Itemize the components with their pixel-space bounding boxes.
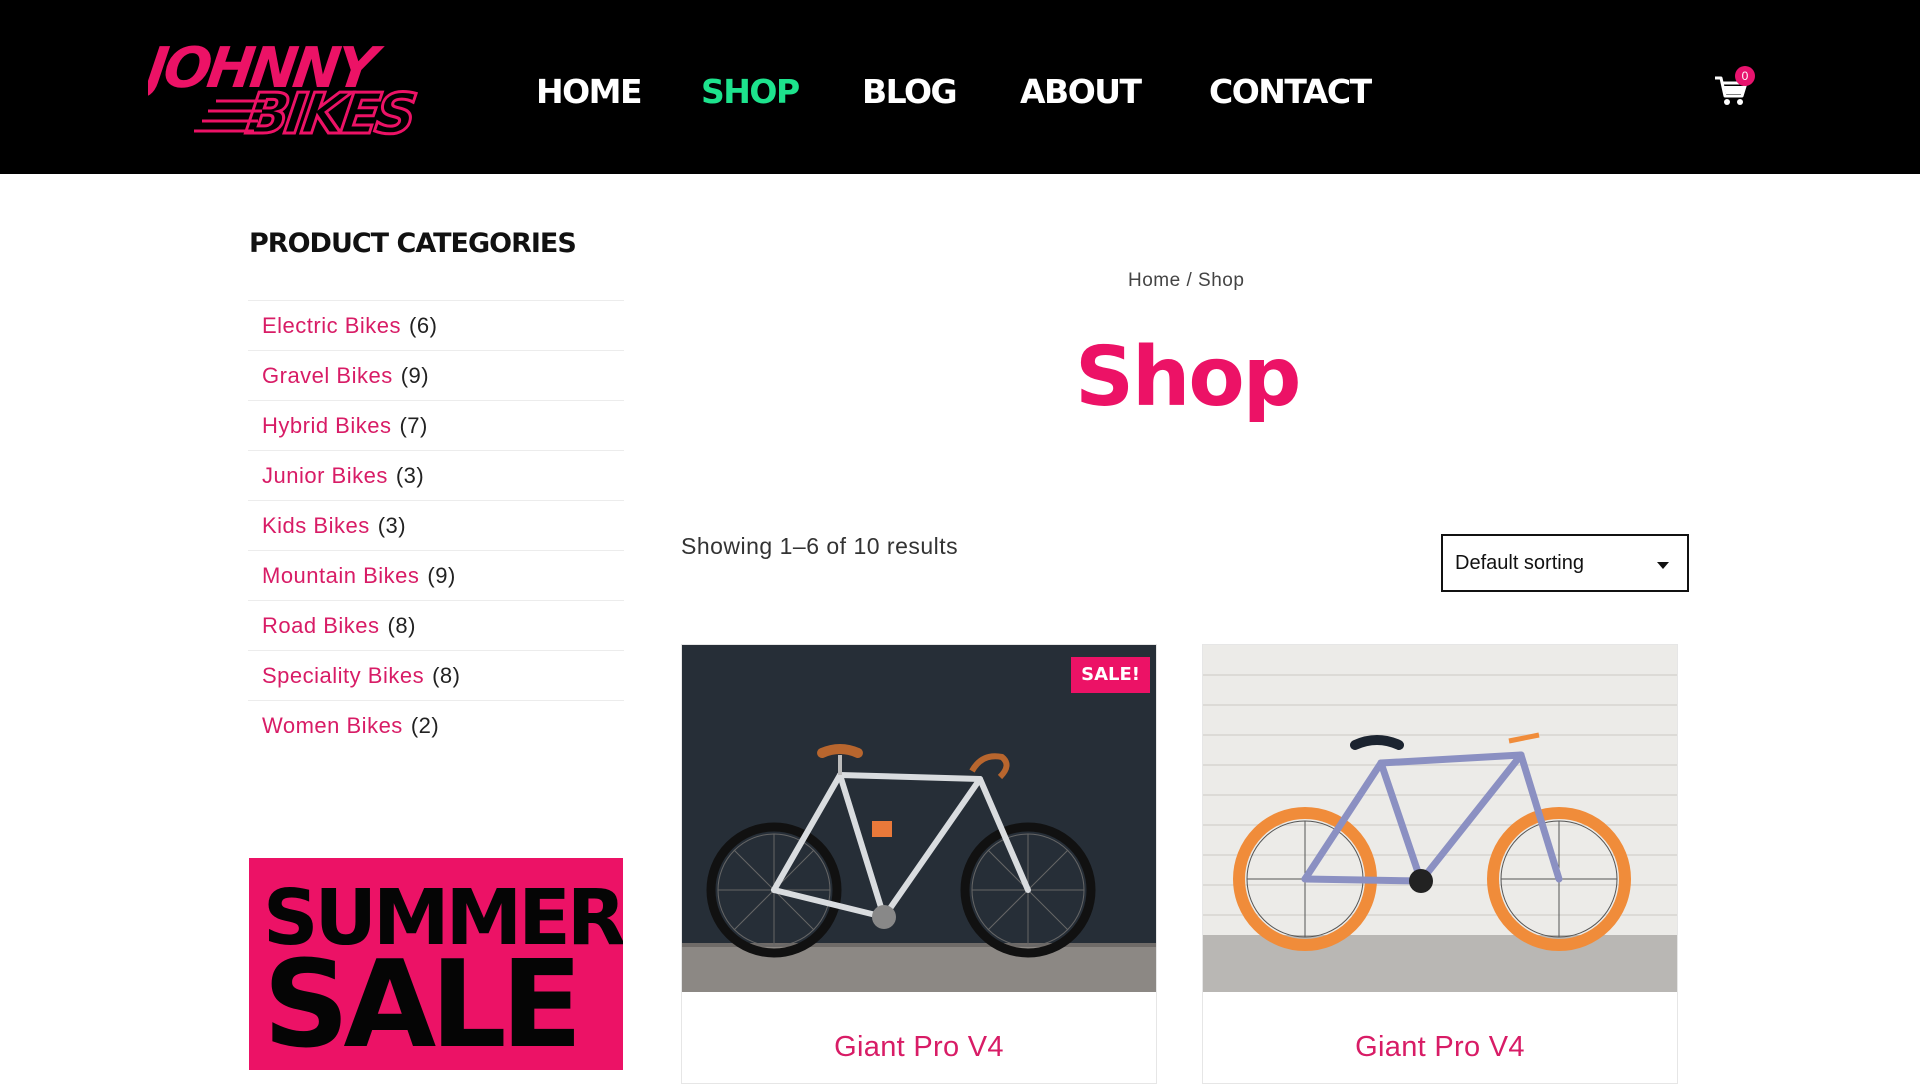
cart-count-badge: 0 — [1735, 66, 1755, 86]
product-name[interactable]: Giant Pro V4 — [682, 1031, 1156, 1064]
category-link[interactable]: Mountain Bikes — [262, 563, 419, 589]
caret-down-icon — [1657, 562, 1669, 569]
category-link[interactable]: Women Bikes — [262, 713, 403, 739]
product-card[interactable]: SALE! Giant Pro V4 — [681, 644, 1157, 1084]
category-item: Road Bikes (8) — [248, 600, 624, 650]
category-link[interactable]: Gravel Bikes — [262, 363, 393, 389]
sorting-select[interactable]: Default sorting — [1441, 534, 1689, 592]
breadcrumb-current: Shop — [1198, 270, 1245, 291]
site-header: JOHNNY BIKES HOME SHOP BLOG ABOUT CONTAC… — [0, 0, 1920, 174]
promo-line2: SALE — [263, 936, 583, 1070]
category-item: Gravel Bikes (9) — [248, 350, 624, 400]
category-count: (9) — [400, 362, 430, 388]
product-image[interactable] — [1203, 645, 1677, 992]
logo-line2: BIKES — [242, 82, 418, 137]
category-link[interactable]: Speciality Bikes — [262, 663, 424, 689]
nav-blog[interactable]: BLOG — [862, 70, 958, 114]
category-item: Electric Bikes (6) — [248, 300, 624, 350]
category-count: (3) — [377, 512, 407, 538]
breadcrumb: Home / Shop — [1128, 270, 1244, 292]
category-link[interactable]: Electric Bikes — [262, 313, 401, 339]
nav-contact[interactable]: CONTACT — [1209, 70, 1372, 114]
category-count: (8) — [387, 612, 416, 638]
nav-shop[interactable]: SHOP — [701, 70, 800, 114]
category-item: Kids Bikes (3) — [248, 500, 624, 550]
breadcrumb-home[interactable]: Home — [1128, 270, 1181, 291]
nav-home[interactable]: HOME — [536, 70, 643, 114]
category-count: (3) — [395, 462, 425, 488]
product-image[interactable] — [682, 645, 1156, 992]
result-count: Showing 1–6 of 10 results — [681, 533, 959, 559]
category-count: (9) — [427, 562, 456, 588]
category-list: Electric Bikes (6) Gravel Bikes (9) Hybrid… — [248, 300, 624, 750]
site-logo[interactable]: JOHNNY BIKES — [148, 35, 448, 137]
category-link[interactable]: Junior Bikes — [262, 463, 388, 489]
category-link[interactable]: Hybrid Bikes — [262, 413, 391, 439]
category-count: (8) — [432, 662, 461, 688]
product-name[interactable]: Giant Pro V4 — [1203, 1031, 1677, 1064]
category-item: Speciality Bikes (8) — [248, 650, 624, 700]
sale-badge: SALE! — [1071, 657, 1150, 693]
category-link[interactable]: Kids Bikes — [262, 513, 370, 539]
breadcrumb-separator: / — [1180, 270, 1199, 291]
category-link[interactable]: Road Bikes — [262, 613, 380, 639]
page-title: Shop — [1075, 330, 1301, 425]
nav-about[interactable]: ABOUT — [1020, 70, 1142, 114]
category-count: (6) — [409, 312, 438, 338]
category-count: (7) — [399, 412, 428, 438]
category-item: Women Bikes (2) — [248, 700, 624, 750]
product-card[interactable]: Giant Pro V4 — [1202, 644, 1678, 1084]
category-item: Mountain Bikes (9) — [248, 550, 624, 600]
category-item: Junior Bikes (3) — [248, 450, 624, 500]
category-item: Hybrid Bikes (7) — [248, 400, 624, 450]
sidebar-title: PRODUCT CATEGORIES — [249, 228, 577, 259]
category-count: (2) — [410, 712, 440, 738]
summer-sale-banner[interactable]: SUMMER SALE — [249, 858, 623, 1070]
sorting-selected-value: Default sorting — [1455, 552, 1584, 574]
